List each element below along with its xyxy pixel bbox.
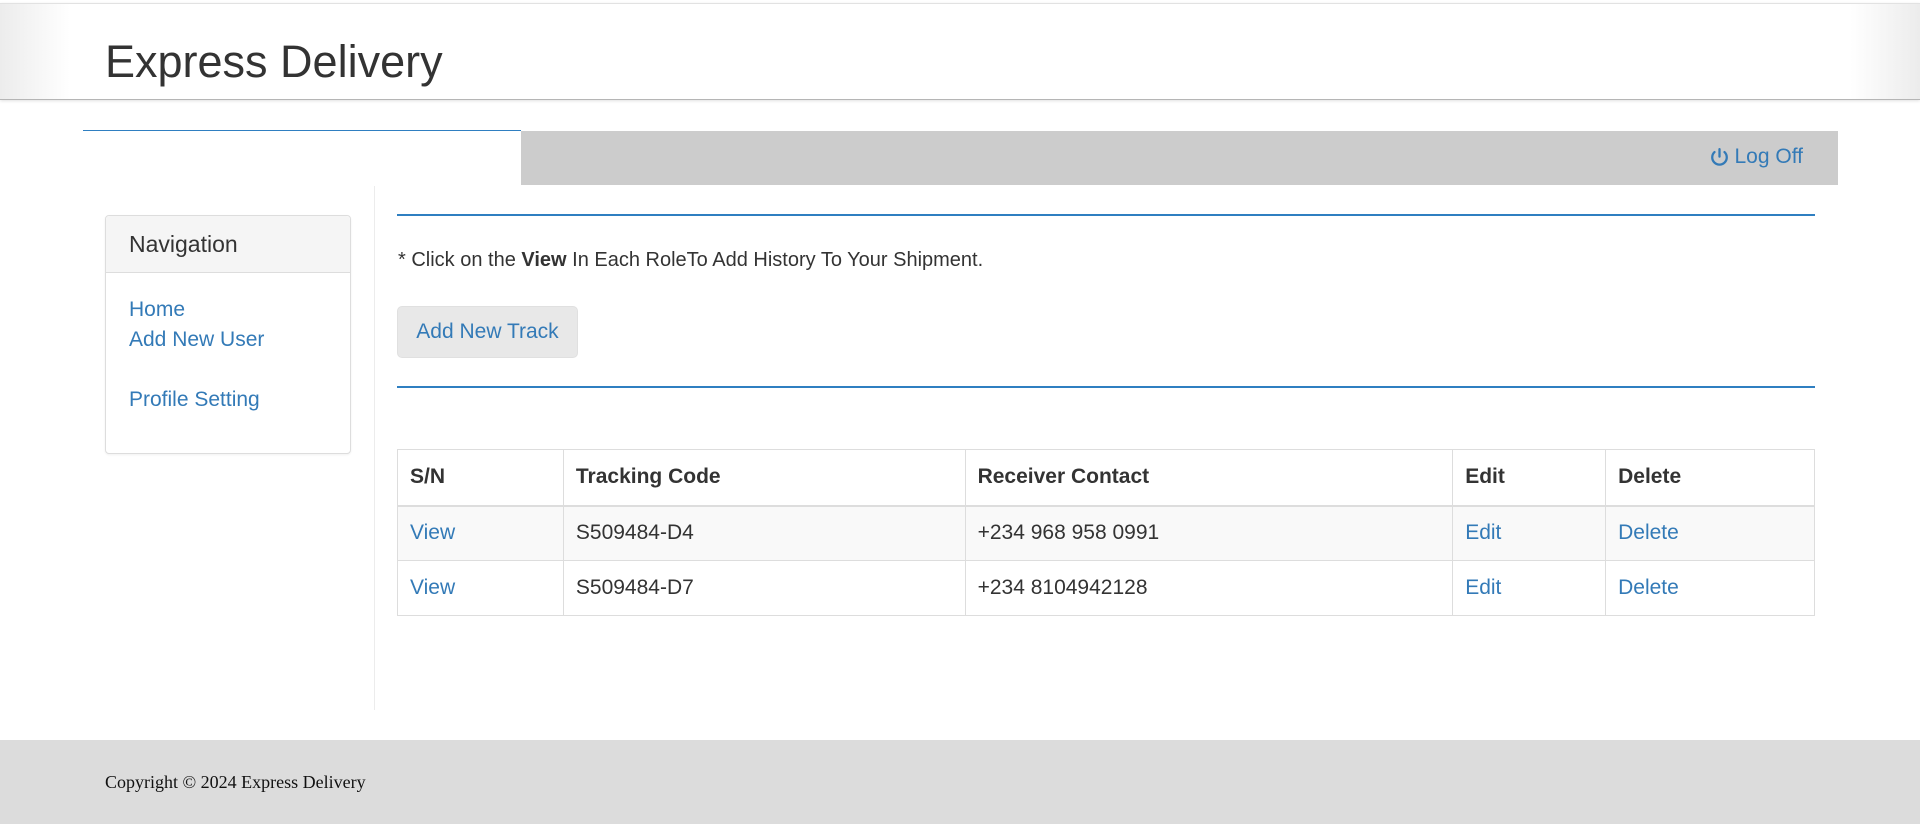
receiver-contact-cell: +234 968 958 0991 xyxy=(964,505,1454,561)
navigation-list: Home Add New User Profile Setting xyxy=(106,273,350,415)
tracking-code-cell: S509484-D4 xyxy=(562,505,966,561)
add-new-track-button[interactable]: Add New Track xyxy=(397,306,578,358)
edit-cell: Edit xyxy=(1452,560,1607,616)
top-action-bar: Log Off xyxy=(521,131,1838,185)
instruction-prefix: * Click on the xyxy=(398,249,522,271)
table-header-row: S/N Tracking Code Receiver Contact Edit … xyxy=(397,449,1815,507)
edit-link[interactable]: Edit xyxy=(1465,576,1501,599)
column-header-sn: S/N xyxy=(397,449,564,507)
nav-item-profile-setting[interactable]: Profile Setting xyxy=(129,385,350,415)
column-header-edit: Edit xyxy=(1452,449,1607,507)
power-icon xyxy=(1710,147,1728,166)
delete-link[interactable]: Delete xyxy=(1618,521,1679,544)
sn-cell: View xyxy=(397,505,564,561)
site-footer: Copyright © 2024 Express Delivery xyxy=(0,740,1920,824)
instruction-text: * Click on the View In Each RoleTo Add H… xyxy=(398,249,983,272)
logoff-label: Log Off xyxy=(1734,145,1804,168)
brand-title: Express Delivery xyxy=(105,36,443,87)
logoff-link[interactable]: Log Off xyxy=(1709,145,1804,169)
delete-cell: Delete xyxy=(1605,505,1815,561)
copyright-text: Copyright © 2024 Express Delivery xyxy=(105,772,366,792)
receiver-contact-cell: +234 8104942128 xyxy=(964,560,1454,616)
delete-cell: Delete xyxy=(1605,560,1815,616)
instruction-bold-view: View xyxy=(521,249,567,271)
edit-cell: Edit xyxy=(1452,505,1607,561)
column-header-receiver-contact: Receiver Contact xyxy=(964,449,1454,507)
navigation-panel: Navigation Home Add New User Profile Set… xyxy=(105,215,351,454)
content-mid-rule xyxy=(397,386,1815,388)
header-accent-rule xyxy=(83,130,521,131)
content-top-rule xyxy=(397,214,1815,216)
view-link[interactable]: View xyxy=(410,576,455,599)
column-header-delete: Delete xyxy=(1605,449,1815,507)
column-header-tracking-code: Tracking Code xyxy=(562,449,966,507)
nav-item-add-new-user[interactable]: Add New User xyxy=(129,325,350,355)
instruction-suffix: In Each RoleTo Add History To Your Shipm… xyxy=(566,249,984,271)
site-header: Express Delivery xyxy=(0,3,1920,100)
edit-link[interactable]: Edit xyxy=(1465,521,1501,544)
sn-cell: View xyxy=(397,560,564,616)
tracking-code-cell: S509484-D7 xyxy=(562,560,966,616)
table-row: View S509484-D7 +234 8104942128 Edit Del… xyxy=(397,560,1815,616)
content-divider xyxy=(374,186,375,710)
view-link[interactable]: View xyxy=(410,521,455,544)
tracking-table: S/N Tracking Code Receiver Contact Edit … xyxy=(397,449,1815,616)
table-row: View S509484-D4 +234 968 958 0991 Edit D… xyxy=(397,505,1815,561)
delete-link[interactable]: Delete xyxy=(1618,576,1679,599)
nav-item-home[interactable]: Home xyxy=(129,295,350,325)
navigation-title: Navigation xyxy=(106,216,350,273)
